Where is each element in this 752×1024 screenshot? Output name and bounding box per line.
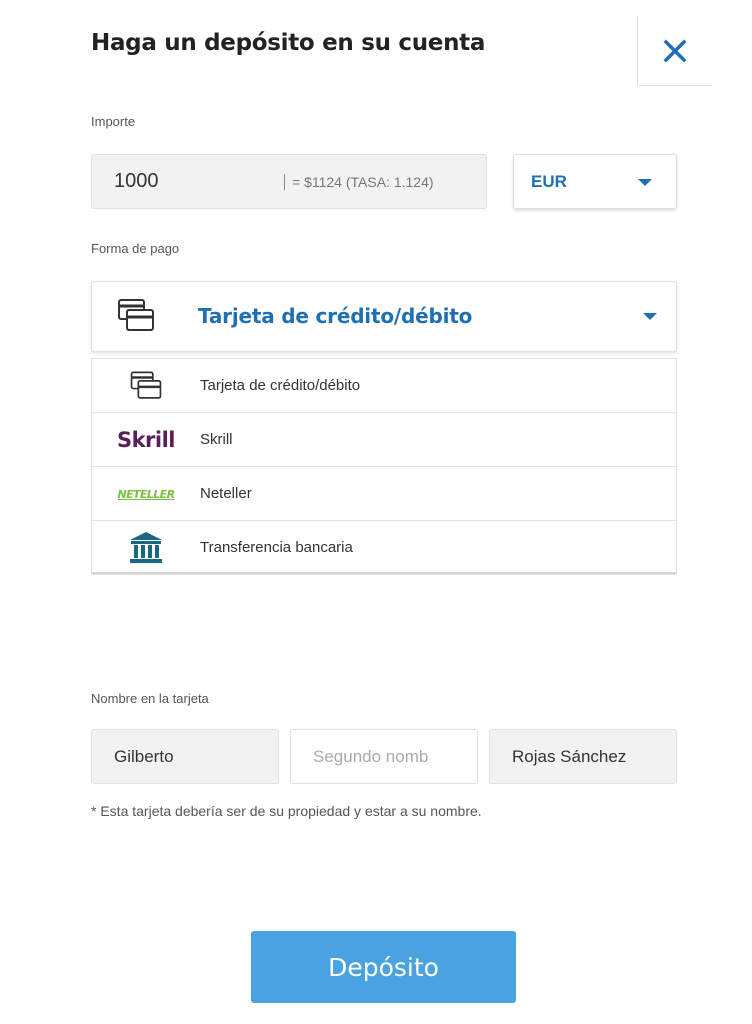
card-name-label: Nombre en la tarjeta bbox=[91, 691, 209, 706]
payment-method-label: Forma de pago bbox=[91, 241, 180, 256]
amount-value: 1000 bbox=[114, 170, 159, 192]
first-name-field[interactable]: Gilberto bbox=[91, 729, 279, 784]
close-icon bbox=[663, 39, 687, 62]
chevron-down-icon bbox=[643, 313, 657, 320]
payment-option-neteller[interactable]: NETELLER Neteller bbox=[92, 467, 676, 521]
currency-select[interactable]: EUR bbox=[513, 154, 677, 209]
deposit-button[interactable]: Depósito bbox=[251, 931, 516, 1003]
payment-method-value: Tarjeta de crédito/débito bbox=[198, 304, 473, 328]
payment-option-bank-transfer[interactable]: Transferencia bancaria bbox=[92, 521, 676, 575]
amount-input[interactable]: 1000 = $1124 (TASA: 1.124) bbox=[91, 154, 487, 209]
payment-option-card[interactable]: Tarjeta de crédito/débito bbox=[92, 359, 676, 413]
credit-card-icon bbox=[118, 299, 154, 331]
last-name-field[interactable]: Rojas Sánchez bbox=[489, 729, 677, 784]
conversion-rate-text: = $1124 (TASA: 1.124) bbox=[284, 174, 434, 190]
neteller-logo: NETELLER bbox=[117, 487, 176, 501]
payment-method-select[interactable]: Tarjeta de crédito/débito bbox=[91, 281, 677, 352]
bank-icon bbox=[130, 532, 162, 563]
payment-option-label: Skrill bbox=[200, 431, 233, 448]
payment-option-label: Transferencia bancaria bbox=[200, 539, 353, 556]
payment-method-dropdown: Tarjeta de crédito/débito Skrill Skrill … bbox=[91, 358, 677, 575]
payment-option-label: Neteller bbox=[200, 485, 252, 502]
card-ownership-note: * Esta tarjeta debería ser de su propied… bbox=[91, 803, 482, 819]
payment-option-skrill[interactable]: Skrill Skrill bbox=[92, 413, 676, 467]
skrill-logo: Skrill bbox=[116, 428, 176, 452]
close-button[interactable] bbox=[637, 16, 712, 86]
middle-name-field[interactable]: Segundo nomb bbox=[290, 729, 478, 784]
payment-option-label: Tarjeta de crédito/débito bbox=[200, 377, 361, 394]
credit-card-icon bbox=[130, 371, 162, 399]
amount-label: Importe bbox=[91, 114, 136, 129]
chevron-down-icon bbox=[638, 179, 652, 186]
page-title: Haga un depósito en su cuenta bbox=[91, 30, 486, 56]
currency-value: EUR bbox=[531, 172, 567, 191]
